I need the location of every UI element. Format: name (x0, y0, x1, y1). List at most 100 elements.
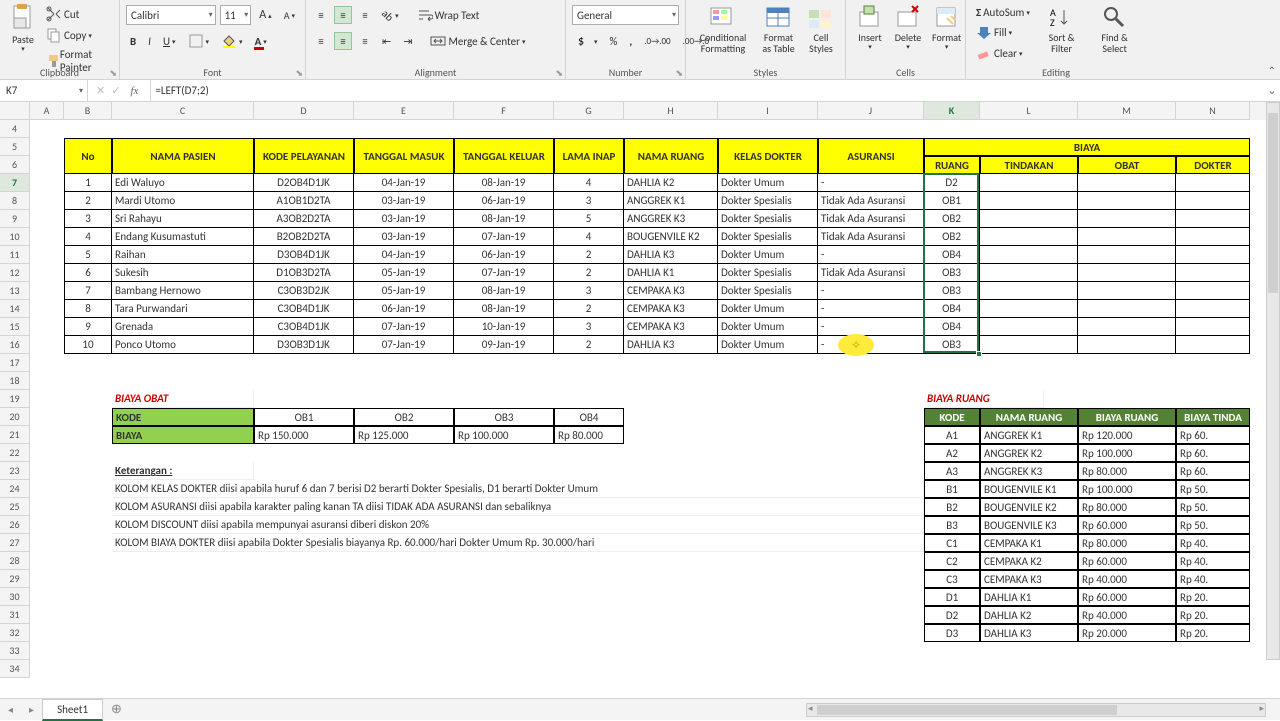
cell[interactable]: OB2 (924, 228, 980, 246)
cell[interactable]: BIAYA (112, 426, 254, 444)
cell[interactable]: Rp 60.000 (1078, 552, 1176, 570)
cell[interactable] (1078, 210, 1176, 228)
cell[interactable] (980, 210, 1078, 228)
cell[interactable] (1078, 336, 1176, 354)
column-header[interactable]: I (718, 102, 818, 120)
row-header[interactable]: 26 (0, 516, 30, 534)
cell[interactable] (1078, 174, 1176, 192)
cell[interactable]: KOLOM ASURANSI diisi apabila karakter pa… (112, 498, 924, 516)
cell[interactable]: 4 (554, 228, 624, 246)
cell[interactable]: B3 (924, 516, 980, 534)
cell[interactable]: D2OB4D1JK (254, 174, 354, 192)
border-button[interactable]: ▾ (184, 31, 214, 51)
horizontal-scrollbar[interactable]: ◂▸ (806, 703, 1266, 717)
cell[interactable]: 7 (64, 282, 112, 300)
cell[interactable]: Rp 40. (1176, 552, 1250, 570)
cell[interactable]: 3 (64, 210, 112, 228)
sort-filter-button[interactable]: AZSort & Filter (1038, 2, 1085, 63)
column-header[interactable]: E (354, 102, 454, 120)
cell[interactable]: D2 (924, 606, 980, 624)
cell[interactable]: 3 (554, 192, 624, 210)
cell[interactable]: 2 (554, 300, 624, 318)
number-format-combo[interactable]: General (572, 5, 679, 25)
cell[interactable]: Rp 80.000 (1078, 498, 1176, 516)
cell[interactable]: ANGGREK K1 (980, 426, 1078, 444)
row-header[interactable]: 7 (0, 174, 30, 192)
cell[interactable]: Mardi Utomo (112, 192, 254, 210)
paste-button[interactable]: Paste▾ (6, 2, 40, 76)
cell[interactable]: Rp 120.000 (1078, 426, 1176, 444)
cell[interactable] (1176, 174, 1250, 192)
cells-area[interactable]: NoNAMA PASIENKODE PELAYANANTANGGAL MASUK… (30, 120, 1280, 682)
cell[interactable]: TINDAKAN (980, 156, 1078, 174)
cell[interactable]: 03-Jan-19 (354, 192, 454, 210)
cell[interactable]: Rp 60. (1176, 444, 1250, 462)
cell[interactable]: Rp 80.000 (1078, 534, 1176, 552)
cell[interactable]: Dokter Umum (718, 318, 818, 336)
cell[interactable]: D3OB3D1JK (254, 336, 354, 354)
cell[interactable]: Rp 125.000 (354, 426, 454, 444)
cell[interactable]: Rp 100.000 (454, 426, 554, 444)
column-header[interactable]: M (1078, 102, 1176, 120)
cell[interactable]: KODE PELAYANAN (254, 138, 354, 174)
row-header[interactable]: 31 (0, 606, 30, 624)
row-header[interactable]: 13 (0, 282, 30, 300)
cell[interactable]: Rp 60.000 (1078, 588, 1176, 606)
cell[interactable]: Rp 50. (1176, 498, 1250, 516)
cell[interactable]: DAHLIA K3 (624, 336, 718, 354)
cell[interactable] (1078, 282, 1176, 300)
sheet-nav-prev[interactable]: ◂ (0, 703, 21, 716)
fx-button[interactable]: fx (126, 85, 142, 97)
row-header[interactable]: 27 (0, 534, 30, 552)
cell[interactable]: DAHLIA K3 (980, 624, 1078, 642)
cell[interactable]: Dokter Umum (718, 246, 818, 264)
cell[interactable]: 08-Jan-19 (454, 282, 554, 300)
align-top-button[interactable]: ≡ (312, 6, 330, 24)
cell[interactable]: A3OB2D2TA (254, 210, 354, 228)
cell[interactable]: 05-Jan-19 (354, 282, 454, 300)
cell[interactable]: - (818, 318, 924, 336)
cell[interactable]: 08-Jan-19 (454, 300, 554, 318)
dialog-launcher-icon[interactable]: ⬊ (295, 68, 303, 79)
cell[interactable]: 07-Jan-19 (454, 228, 554, 246)
dialog-launcher-icon[interactable]: ⬊ (555, 68, 563, 79)
cell[interactable]: 4 (554, 174, 624, 192)
format-as-table-button[interactable]: Format as Table (756, 2, 801, 56)
row-header[interactable]: 9 (0, 210, 30, 228)
cell[interactable]: Dokter Spesialis (718, 264, 818, 282)
cell[interactable]: OB2 (924, 210, 980, 228)
cell[interactable] (980, 318, 1078, 336)
autosum-button[interactable]: Σ AutoSum▾ (972, 4, 1034, 21)
cell[interactable]: 06-Jan-19 (454, 246, 554, 264)
font-size-combo[interactable]: 11 (220, 5, 252, 25)
cell[interactable]: 06-Jan-19 (454, 192, 554, 210)
cell[interactable]: KOLOM KELAS DOKTER diisi apabila huruf 6… (112, 480, 924, 498)
cell[interactable]: DAHLIA K1 (980, 588, 1078, 606)
cell[interactable]: 04-Jan-19 (354, 246, 454, 264)
percent-button[interactable]: % (606, 33, 622, 50)
cell[interactable]: TANGGAL KELUAR (454, 138, 554, 174)
cell[interactable] (1176, 246, 1250, 264)
cell[interactable]: 6 (64, 264, 112, 282)
cell[interactable]: Rp 20. (1176, 606, 1250, 624)
row-header[interactable]: 34 (0, 660, 30, 678)
cell[interactable]: Ponco Utomo (112, 336, 254, 354)
orientation-button[interactable]: ab▾ (378, 7, 403, 24)
cell[interactable] (1176, 282, 1250, 300)
cell[interactable]: OBAT (1078, 156, 1176, 174)
row-header[interactable]: 23 (0, 462, 30, 480)
cell[interactable]: - (818, 336, 924, 354)
column-header[interactable]: A (30, 102, 64, 120)
cell[interactable]: CEMPAKA K1 (980, 534, 1078, 552)
column-header[interactable]: B (64, 102, 112, 120)
cell[interactable]: A2 (924, 444, 980, 462)
cell[interactable]: CEMPAKA K2 (980, 552, 1078, 570)
cell[interactable] (1176, 318, 1250, 336)
cell[interactable]: B2OB2D2TA (254, 228, 354, 246)
row-header[interactable]: 22 (0, 444, 30, 462)
cell[interactable] (980, 246, 1078, 264)
cell[interactable]: ASURANSI (818, 138, 924, 174)
cell[interactable]: Rp 100.000 (1078, 480, 1176, 498)
cell[interactable]: OB4 (924, 318, 980, 336)
row-header[interactable]: 14 (0, 300, 30, 318)
